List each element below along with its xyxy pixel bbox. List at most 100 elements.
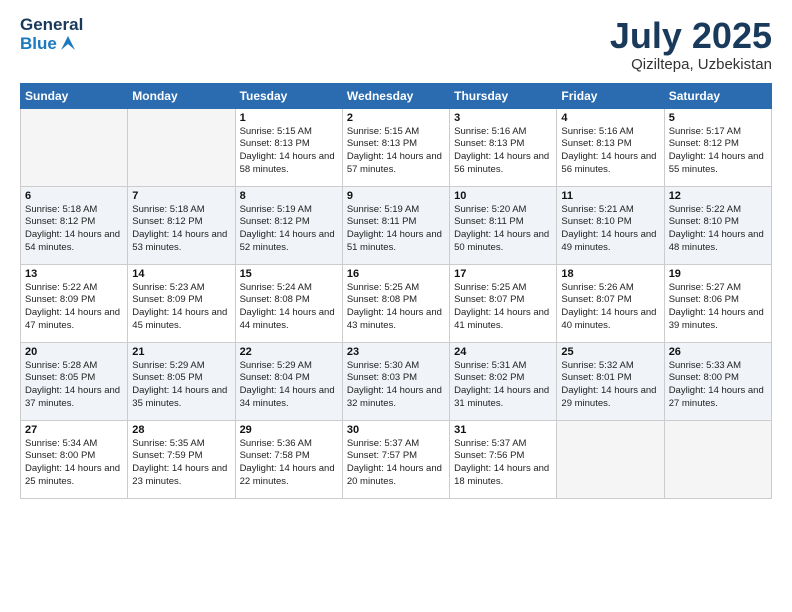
day-number: 6 [25, 190, 123, 202]
calendar-cell: 26 Sunrise: 5:33 AMSunset: 8:00 PMDayligh… [664, 342, 771, 420]
day-number: 30 [347, 424, 445, 436]
day-info: Sunrise: 5:25 AMSunset: 8:07 PMDaylight:… [454, 282, 552, 333]
calendar-cell: 1 Sunrise: 5:15 AMSunset: 8:13 PMDaylight… [235, 108, 342, 186]
day-info: Sunrise: 5:22 AMSunset: 8:10 PMDaylight:… [669, 204, 767, 255]
calendar-cell: 31Sunrise: 5:37 AMSunset: 7:56 PMDayligh… [450, 420, 557, 498]
day-info: Sunrise: 5:28 AMSunset: 8:05 PMDaylight:… [25, 360, 123, 411]
day-info: Sunrise: 5:30 AMSunset: 8:03 PMDaylight:… [347, 360, 445, 411]
location: Qiziltepa, Uzbekistan [610, 56, 772, 73]
day-info: Sunrise: 5:19 AMSunset: 8:11 PMDaylight:… [347, 204, 445, 255]
day-number: 12 [669, 190, 767, 202]
weekday-header: Saturday [664, 83, 771, 108]
weekday-header: Thursday [450, 83, 557, 108]
day-info: Sunrise: 5:29 AMSunset: 8:04 PMDaylight:… [240, 360, 338, 411]
day-number: 23 [347, 346, 445, 358]
day-number: 1 [240, 112, 338, 124]
calendar-cell: 3 Sunrise: 5:16 AMSunset: 8:13 PMDaylight… [450, 108, 557, 186]
logo: General Blue [20, 16, 83, 53]
calendar-cell: 24 Sunrise: 5:31 AMSunset: 8:02 PMDayligh… [450, 342, 557, 420]
calendar-cell: 4 Sunrise: 5:16 AMSunset: 8:13 PMDaylight… [557, 108, 664, 186]
day-number: 11 [561, 190, 659, 202]
day-info: Sunrise: 5:27 AMSunset: 8:06 PMDaylight:… [669, 282, 767, 333]
day-number: 8 [240, 190, 338, 202]
day-info: Sunrise: 5:21 AMSunset: 8:10 PMDaylight:… [561, 204, 659, 255]
day-number: 27 [25, 424, 123, 436]
day-info: Sunrise: 5:36 AMSunset: 7:58 PMDaylight:… [240, 438, 338, 489]
calendar-week-row: 1 Sunrise: 5:15 AMSunset: 8:13 PMDaylight… [21, 108, 772, 186]
calendar-week-row: 6 Sunrise: 5:18 AMSunset: 8:12 PMDaylight… [21, 186, 772, 264]
calendar-cell: 10 Sunrise: 5:20 AMSunset: 8:11 PMDayligh… [450, 186, 557, 264]
day-number: 3 [454, 112, 552, 124]
day-info: Sunrise: 5:26 AMSunset: 8:07 PMDaylight:… [561, 282, 659, 333]
header: General Blue July 2025 Qiziltepa, Uzbeki… [20, 16, 772, 73]
calendar-cell [128, 108, 235, 186]
day-info: Sunrise: 5:18 AMSunset: 8:12 PMDaylight:… [132, 204, 230, 255]
weekday-header: Sunday [21, 83, 128, 108]
day-number: 29 [240, 424, 338, 436]
calendar-cell: 30 Sunrise: 5:37 AMSunset: 7:57 PMDayligh… [342, 420, 449, 498]
day-info: Sunrise: 5:16 AMSunset: 8:13 PMDaylight:… [454, 126, 552, 177]
calendar: SundayMondayTuesdayWednesdayThursdayFrid… [20, 83, 772, 499]
day-info: Sunrise: 5:18 AMSunset: 8:12 PMDaylight:… [25, 204, 123, 255]
calendar-cell [21, 108, 128, 186]
day-info: Sunrise: 5:29 AMSunset: 8:05 PMDaylight:… [132, 360, 230, 411]
day-info: Sunrise: 5:20 AMSunset: 8:11 PMDaylight:… [454, 204, 552, 255]
day-info: Sunrise: 5:34 AMSunset: 8:00 PMDaylight:… [25, 438, 123, 489]
day-number: 18 [561, 268, 659, 280]
logo-blue: Blue [20, 35, 57, 54]
day-number: 16 [347, 268, 445, 280]
day-number: 24 [454, 346, 552, 358]
day-info: Sunrise: 5:23 AMSunset: 8:09 PMDaylight:… [132, 282, 230, 333]
calendar-week-row: 13 Sunrise: 5:22 AMSunset: 8:09 PMDayligh… [21, 264, 772, 342]
calendar-week-row: 27 Sunrise: 5:34 AMSunset: 8:00 PMDayligh… [21, 420, 772, 498]
day-number: 4 [561, 112, 659, 124]
calendar-cell: 27 Sunrise: 5:34 AMSunset: 8:00 PMDayligh… [21, 420, 128, 498]
day-info: Sunrise: 5:22 AMSunset: 8:09 PMDaylight:… [25, 282, 123, 333]
calendar-cell [664, 420, 771, 498]
calendar-cell: 28 Sunrise: 5:35 AMSunset: 7:59 PMDayligh… [128, 420, 235, 498]
day-number: 19 [669, 268, 767, 280]
weekday-header: Wednesday [342, 83, 449, 108]
calendar-cell: 8Sunrise: 5:19 AMSunset: 8:12 PMDaylight… [235, 186, 342, 264]
day-info: Sunrise: 5:31 AMSunset: 8:02 PMDaylight:… [454, 360, 552, 411]
day-info: Sunrise: 5:24 AMSunset: 8:08 PMDaylight:… [240, 282, 338, 333]
calendar-cell: 19 Sunrise: 5:27 AMSunset: 8:06 PMDayligh… [664, 264, 771, 342]
month-title: July 2025 [610, 16, 772, 56]
day-info: Sunrise: 5:33 AMSunset: 8:00 PMDaylight:… [669, 360, 767, 411]
calendar-cell: 22 Sunrise: 5:29 AMSunset: 8:04 PMDayligh… [235, 342, 342, 420]
day-number: 14 [132, 268, 230, 280]
calendar-cell: 7 Sunrise: 5:18 AMSunset: 8:12 PMDaylight… [128, 186, 235, 264]
day-number: 13 [25, 268, 123, 280]
calendar-cell: 9 Sunrise: 5:19 AMSunset: 8:11 PMDaylight… [342, 186, 449, 264]
calendar-cell: 23 Sunrise: 5:30 AMSunset: 8:03 PMDayligh… [342, 342, 449, 420]
day-number: 10 [454, 190, 552, 202]
day-info: Sunrise: 5:32 AMSunset: 8:01 PMDaylight:… [561, 360, 659, 411]
calendar-cell: 11 Sunrise: 5:21 AMSunset: 8:10 PMDayligh… [557, 186, 664, 264]
calendar-cell [557, 420, 664, 498]
day-number: 20 [25, 346, 123, 358]
day-number: 22 [240, 346, 338, 358]
calendar-cell: 5Sunrise: 5:17 AMSunset: 8:12 PMDaylight… [664, 108, 771, 186]
day-info: Sunrise: 5:35 AMSunset: 7:59 PMDaylight:… [132, 438, 230, 489]
day-number: 15 [240, 268, 338, 280]
calendar-cell: 18 Sunrise: 5:26 AMSunset: 8:07 PMDayligh… [557, 264, 664, 342]
day-number: 28 [132, 424, 230, 436]
day-info: Sunrise: 5:15 AMSunset: 8:13 PMDaylight:… [240, 126, 338, 177]
calendar-cell: 25Sunrise: 5:32 AMSunset: 8:01 PMDayligh… [557, 342, 664, 420]
day-info: Sunrise: 5:37 AMSunset: 7:57 PMDaylight:… [347, 438, 445, 489]
calendar-cell: 2 Sunrise: 5:15 AMSunset: 8:13 PMDaylight… [342, 108, 449, 186]
calendar-cell: 16Sunrise: 5:25 AMSunset: 8:08 PMDayligh… [342, 264, 449, 342]
calendar-header-row: SundayMondayTuesdayWednesdayThursdayFrid… [21, 83, 772, 108]
day-number: 9 [347, 190, 445, 202]
day-number: 7 [132, 190, 230, 202]
page: General Blue July 2025 Qiziltepa, Uzbeki… [0, 0, 792, 612]
calendar-cell: 20 Sunrise: 5:28 AMSunset: 8:05 PMDayligh… [21, 342, 128, 420]
day-number: 21 [132, 346, 230, 358]
day-info: Sunrise: 5:16 AMSunset: 8:13 PMDaylight:… [561, 126, 659, 177]
day-number: 26 [669, 346, 767, 358]
day-info: Sunrise: 5:17 AMSunset: 8:12 PMDaylight:… [669, 126, 767, 177]
calendar-cell: 12 Sunrise: 5:22 AMSunset: 8:10 PMDayligh… [664, 186, 771, 264]
day-info: Sunrise: 5:15 AMSunset: 8:13 PMDaylight:… [347, 126, 445, 177]
calendar-cell: 6 Sunrise: 5:18 AMSunset: 8:12 PMDaylight… [21, 186, 128, 264]
day-number: 2 [347, 112, 445, 124]
